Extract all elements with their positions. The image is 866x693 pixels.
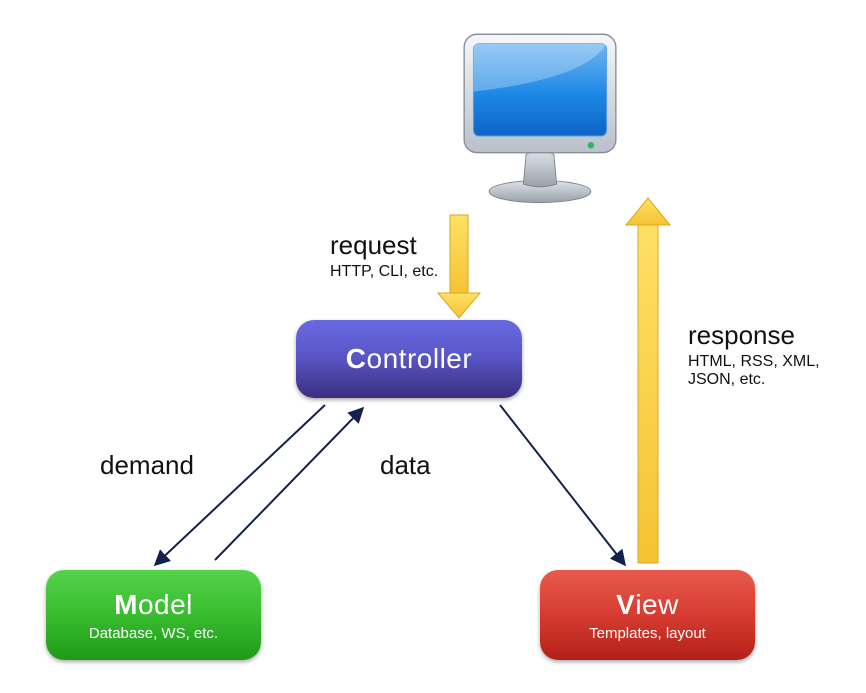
view-node: View Templates, layout bbox=[540, 570, 755, 660]
arrow-response bbox=[626, 198, 670, 563]
label-response-title: response bbox=[688, 320, 848, 351]
view-title: View bbox=[616, 589, 679, 621]
mvc-diagram: Controller Model Database, WS, etc. View… bbox=[0, 0, 866, 693]
model-initial: M bbox=[114, 589, 138, 620]
label-data: data bbox=[380, 450, 431, 481]
label-response-sub: HTML, RSS, XML, JSON, etc. bbox=[688, 353, 848, 389]
view-rest: iew bbox=[635, 589, 679, 620]
controller-node: Controller bbox=[296, 320, 522, 398]
controller-initial: C bbox=[346, 343, 367, 374]
label-request-sub: HTTP, CLI, etc. bbox=[330, 263, 438, 281]
label-request: request HTTP, CLI, etc. bbox=[330, 230, 438, 281]
view-subtitle: Templates, layout bbox=[589, 625, 706, 642]
label-demand: demand bbox=[100, 450, 194, 481]
client-computer bbox=[445, 25, 635, 210]
arrow-request bbox=[438, 215, 480, 318]
monitor-icon bbox=[445, 25, 635, 210]
label-data-text: data bbox=[380, 450, 431, 481]
model-subtitle: Database, WS, etc. bbox=[89, 625, 218, 642]
view-initial: V bbox=[616, 589, 635, 620]
model-rest: odel bbox=[138, 589, 193, 620]
controller-title: Controller bbox=[346, 343, 472, 375]
label-request-title: request bbox=[330, 230, 438, 261]
arrow-data bbox=[500, 405, 625, 565]
model-title: Model bbox=[114, 589, 193, 621]
arrow-demand bbox=[155, 405, 325, 565]
model-node: Model Database, WS, etc. bbox=[46, 570, 261, 660]
arrow-model-return bbox=[215, 408, 363, 560]
label-response: response HTML, RSS, XML, JSON, etc. bbox=[688, 320, 848, 389]
controller-rest: ontroller bbox=[367, 343, 473, 374]
label-demand-text: demand bbox=[100, 450, 194, 481]
